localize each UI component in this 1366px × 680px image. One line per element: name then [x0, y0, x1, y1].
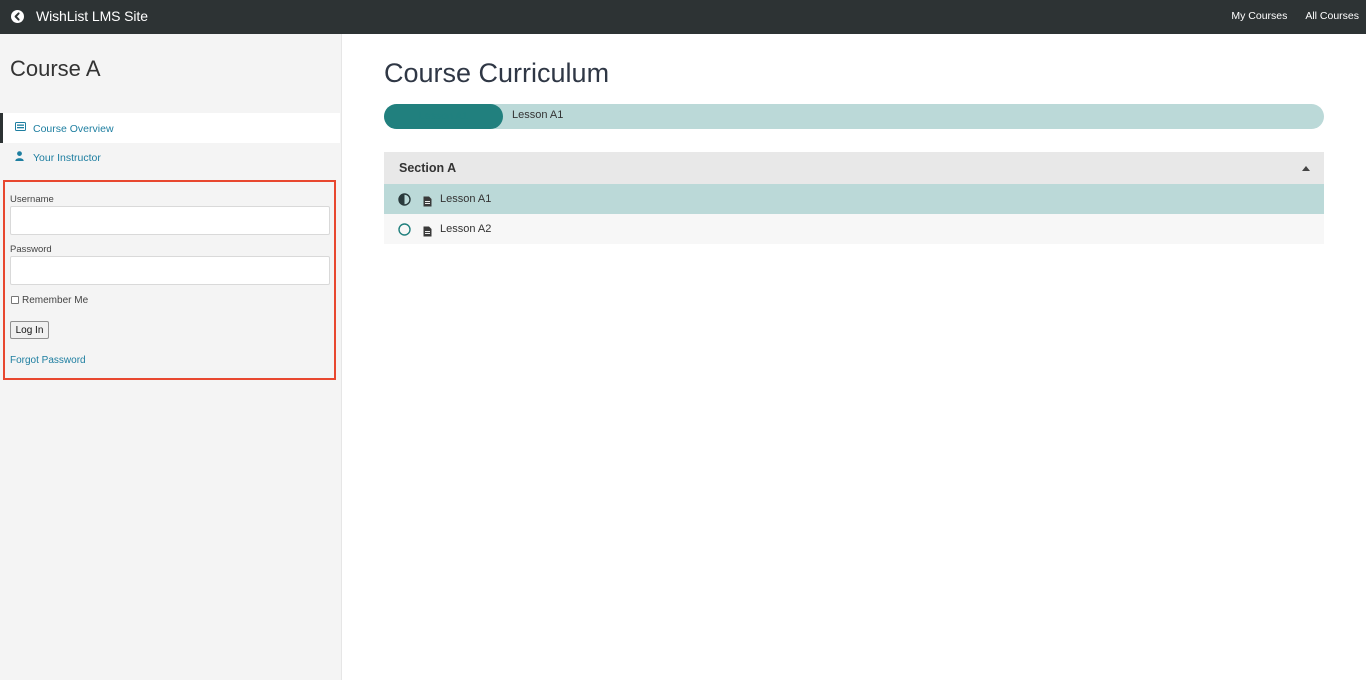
password-label: Password	[10, 244, 52, 255]
sidebar-item-label: Your Instructor	[33, 152, 101, 164]
course-progress-fill: Lesson A1	[384, 104, 503, 129]
forgot-password-link[interactable]: Forgot Password	[10, 355, 86, 366]
document-icon	[423, 194, 432, 212]
page-title: Course Curriculum	[384, 58, 610, 88]
progress-label: Lesson A1	[512, 109, 564, 121]
password-input[interactable]	[10, 256, 330, 285]
login-form: Username Password Remember Me Log In For…	[3, 180, 336, 380]
chevron-left-circle-icon[interactable]	[11, 10, 24, 23]
lesson-row[interactable]: Lesson A1	[384, 184, 1324, 214]
remember-me-checkbox[interactable]	[11, 296, 19, 304]
nav-link-all-courses[interactable]: All Courses	[1305, 10, 1359, 22]
log-in-button[interactable]: Log In	[10, 321, 49, 339]
empty-circle-icon	[398, 223, 411, 241]
username-input[interactable]	[10, 206, 330, 235]
username-label: Username	[10, 194, 54, 205]
lesson-label: Lesson A1	[440, 193, 492, 205]
document-icon	[423, 224, 432, 242]
user-icon	[15, 151, 24, 164]
lesson-label: Lesson A2	[440, 223, 492, 235]
sidebar: Course A Course Overview Your Instructor…	[0, 34, 342, 680]
nav-link-my-courses[interactable]: My Courses	[1231, 10, 1287, 22]
remember-me-label: Remember Me	[22, 295, 89, 306]
site-title[interactable]: WishList LMS Site	[36, 8, 148, 24]
top-bar: WishList LMS Site My Courses All Courses	[0, 0, 1366, 34]
overview-icon	[15, 122, 26, 134]
sidebar-item-your-instructor[interactable]: Your Instructor	[0, 142, 340, 172]
section-title: Section A	[399, 161, 457, 175]
caret-up-icon[interactable]	[1302, 166, 1310, 171]
sidebar-item-course-overview[interactable]: Course Overview	[0, 113, 340, 143]
remember-me[interactable]: Remember Me	[11, 295, 88, 306]
section-header[interactable]: Section A	[384, 152, 1324, 184]
sidebar-item-label: Course Overview	[33, 123, 114, 135]
half-circle-icon	[398, 193, 411, 211]
lesson-row[interactable]: Lesson A2	[384, 214, 1324, 244]
curriculum-section: Section A Lesson A1 Lesson A2	[384, 152, 1324, 244]
progress-fill-label: Lesson A1	[418, 110, 469, 122]
top-nav: My Courses All Courses	[1216, 10, 1359, 22]
course-title: Course A	[10, 56, 101, 81]
course-progress-bar: Lesson A1 Lesson A1	[384, 104, 1324, 129]
